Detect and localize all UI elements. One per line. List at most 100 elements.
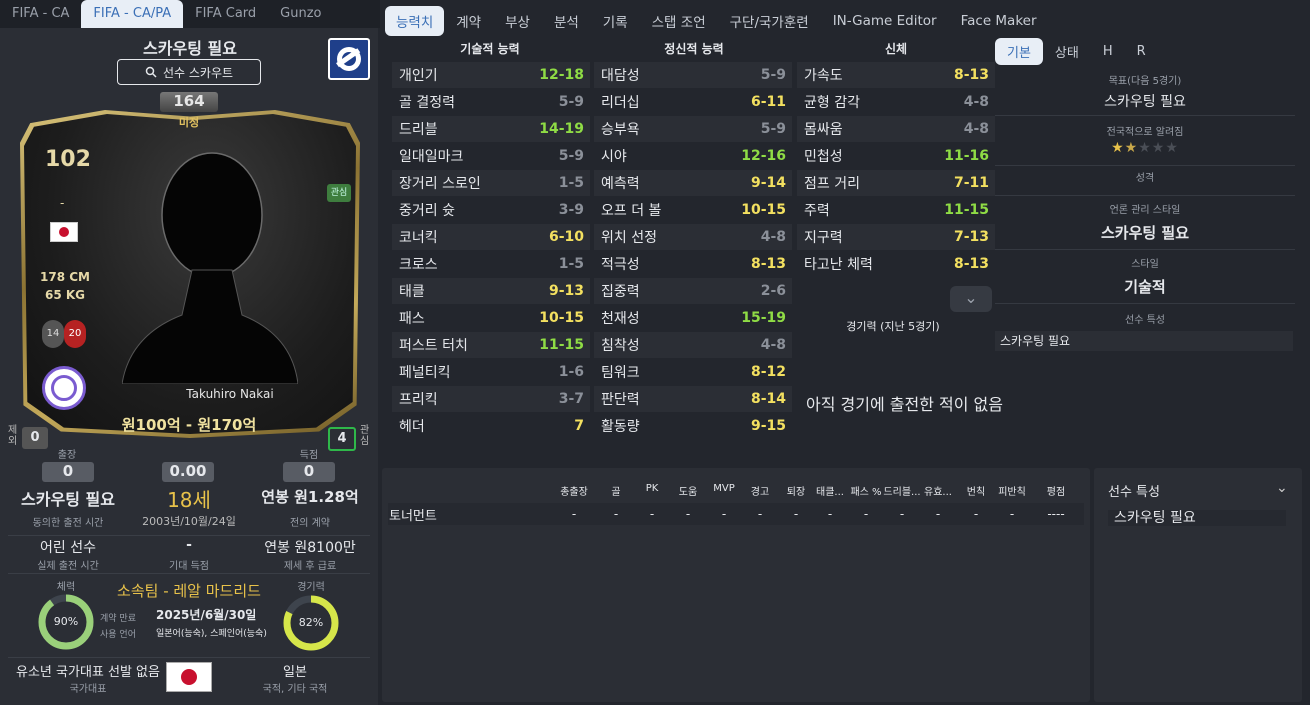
tab-training[interactable]: 구단/국가훈련 [718, 11, 821, 31]
tab-gunzo[interactable]: Gunzo [268, 0, 333, 28]
attribute-value: 4-8 [760, 229, 786, 245]
nationality-label: 국적, 기타 국적 [262, 684, 328, 695]
table-header-cell[interactable]: 골 [596, 483, 636, 498]
player-age: 18세 [167, 488, 211, 512]
player-title: 스카우팅 필요 [143, 39, 237, 58]
attribute-row: 몸싸움 4-8 [797, 116, 995, 142]
divider [8, 573, 370, 574]
table-cell: - [1009, 507, 1015, 521]
attribute-row: 골 결정력 5-9 [392, 89, 590, 115]
attribute-name: 장거리 스로인 [399, 176, 481, 192]
star-icon: ★ [1151, 140, 1166, 156]
tab-status[interactable]: 상태 [1043, 38, 1091, 65]
current-ability: 164 [160, 92, 218, 112]
tab-records[interactable]: 기록 [591, 11, 640, 31]
attribute-name: 골 결정력 [399, 95, 455, 111]
tab-injury[interactable]: 부상 [493, 11, 542, 31]
attribute-row: 침착성 4-8 [594, 332, 792, 358]
table-header-cell[interactable]: 태클... [810, 483, 850, 498]
attribute-row: 예측력 9-14 [594, 170, 792, 196]
attribute-value: 6-10 [548, 229, 584, 245]
attribute-name: 천재성 [601, 311, 640, 327]
player-value: 원100억 - 원170억 [121, 416, 257, 434]
attribute-name: 타고난 체력 [804, 257, 873, 273]
attribute-name: 점프 거리 [804, 176, 860, 192]
attribute-value: 11-15 [539, 337, 584, 353]
divider [8, 657, 370, 658]
tab-attributes[interactable]: 능력치 [385, 6, 445, 36]
attribute-name: 태클 [399, 284, 425, 300]
nationality: 일본 [283, 665, 307, 680]
tab-basic[interactable]: 기본 [995, 38, 1043, 65]
table-cell: - [649, 507, 655, 521]
tab-ingame-editor[interactable]: IN-Game Editor [821, 13, 949, 29]
tab-fifa-card[interactable]: FIFA Card [183, 0, 268, 28]
table-header-cell[interactable]: PK [632, 483, 672, 494]
attribute-row: 팀워크 8-12 [594, 359, 792, 385]
top-nav: 능력치 계약 부상 분석 기록 스탭 조언 구단/국가훈련 IN-Game Ed… [385, 4, 1049, 38]
attribute-value: 6-11 [750, 94, 786, 110]
tab-contract[interactable]: 계약 [444, 11, 493, 31]
attribute-value: 7-13 [953, 229, 989, 245]
attribute-row: 집중력 2-6 [594, 278, 792, 304]
tab-face-maker[interactable]: Face Maker [949, 13, 1049, 29]
tab-analysis[interactable]: 분석 [542, 11, 591, 31]
attribute-value: 14-19 [539, 121, 584, 137]
attribute-name: 승부욕 [601, 122, 640, 138]
apps-value: 0 [42, 462, 94, 482]
tab-r[interactable]: R [1125, 40, 1158, 63]
attribute-value: 1-6 [558, 364, 584, 380]
attribute-row: 점프 거리 7-11 [797, 170, 995, 196]
attribute-row: 천재성 15-19 [594, 305, 792, 331]
attribute-name: 헤더 [399, 419, 425, 435]
table-header-cell[interactable]: 피반칙 [992, 483, 1032, 498]
attribute-value: 11-16 [944, 148, 989, 164]
ca-status: 미정 [178, 116, 200, 129]
attribute-name: 몸싸움 [804, 122, 843, 138]
search-icon [145, 66, 157, 78]
divider [995, 249, 1295, 250]
chevron-down-icon[interactable]: ⌄ [1276, 480, 1288, 496]
tab-fifa-ca[interactable]: FIFA - CA [0, 0, 81, 28]
table-header-cell[interactable]: 도움 [668, 483, 708, 498]
scout-player-button[interactable]: 선수 스카우트 [117, 59, 261, 85]
attribute-row: 드리블 14-19 [392, 116, 590, 142]
no-games-message: 아직 경기에 출전한 적이 없음 [806, 395, 1003, 414]
attribute-row: 가속도 8-13 [797, 62, 995, 88]
personality-label: 성격 [1135, 173, 1155, 184]
tab-fifa-ca-pa[interactable]: FIFA - CA/PA [81, 0, 184, 28]
star-icon: ★ [1165, 140, 1179, 156]
table-cell: - [721, 507, 727, 521]
expand-chevron-down-icon[interactable]: ⌄ [950, 286, 992, 312]
tab-staff-advice[interactable]: 스탭 조언 [640, 11, 718, 31]
scout-report-icon[interactable] [328, 38, 370, 80]
attribute-value: 7 [574, 418, 584, 434]
real-playtime: 어린 선수 [40, 540, 96, 556]
attribute-name: 위치 선정 [601, 230, 657, 246]
attribute-value: 3-9 [558, 202, 584, 218]
attribute-value: 8-12 [750, 364, 786, 380]
table-header-cell[interactable]: 총출장 [554, 483, 594, 498]
table-header-cell[interactable]: 평점 [1036, 483, 1076, 498]
card-height: 178 CM [40, 270, 90, 284]
table-header-cell[interactable]: 패스 % [846, 483, 886, 498]
attribute-row: 민첩성 11-16 [797, 143, 995, 169]
table-header-cell[interactable]: MVP [704, 483, 744, 494]
club-crest-icon [42, 366, 86, 410]
table-header-cell[interactable]: 유효... [918, 483, 958, 498]
attribute-name: 가속도 [804, 68, 843, 84]
table-header-cell[interactable]: 경고 [740, 483, 780, 498]
attribute-row: 위치 선정 4-8 [594, 224, 792, 250]
table-header-cell[interactable]: 드리블... [882, 483, 922, 498]
languages-label: 사용 언어 [100, 630, 136, 640]
left-tab-bar: FIFA - CA FIFA - CA/PA FIFA Card Gunzo [0, 0, 380, 28]
excluded-label: 제외 [8, 425, 18, 447]
player-name: Takuhiro Nakai [186, 387, 274, 401]
attribute-name: 예측력 [601, 176, 640, 192]
tab-h[interactable]: H [1091, 40, 1125, 63]
wage: 연봉 원1.28억 [261, 488, 359, 506]
table-header-cell[interactable]: 번칙 [956, 483, 996, 498]
attribute-value: 8-13 [953, 256, 989, 272]
expected-goals-label: 기대 득점 [169, 561, 209, 572]
traits-panel-value: 스카우팅 필요 [1108, 510, 1286, 526]
